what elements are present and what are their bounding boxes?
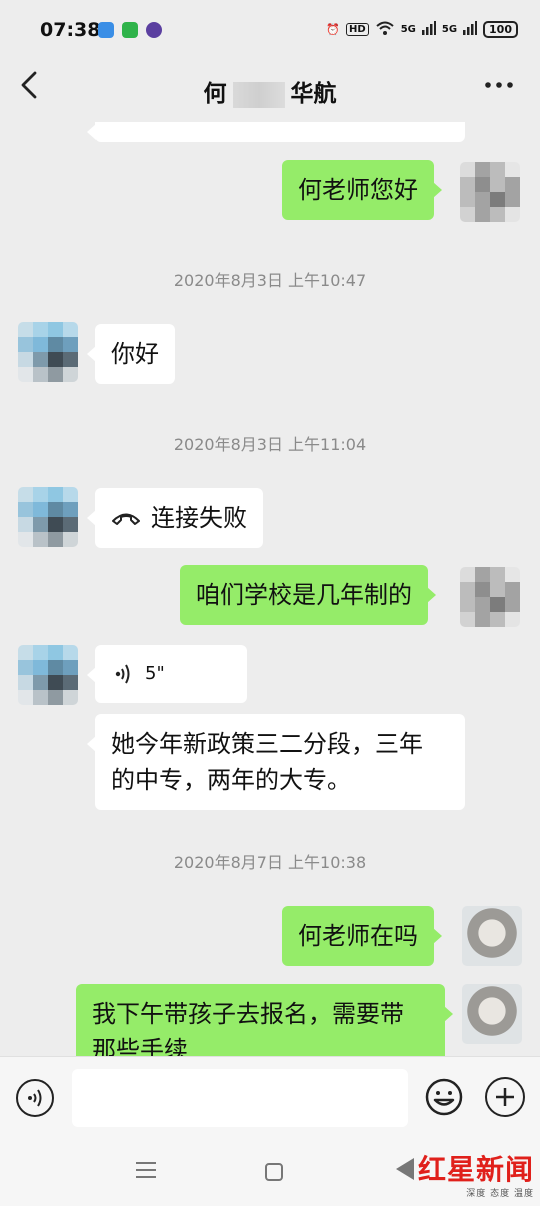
chat-area[interactable]: 何老师您好 2020年8月3日 上午10:47 你好 2020年8月3日 上午1… bbox=[0, 122, 540, 1056]
timestamp: 2020年8月3日 上午11:04 bbox=[173, 435, 367, 454]
recent-apps-button[interactable] bbox=[136, 1162, 156, 1183]
message-notification-icon bbox=[122, 22, 138, 38]
app-notification-icon bbox=[98, 22, 114, 38]
app-notification-icon-2 bbox=[146, 22, 162, 38]
battery-icon: 100 bbox=[483, 21, 518, 38]
chat-header: 何 华航 bbox=[0, 60, 540, 122]
message-text: 何老师在吗 bbox=[298, 922, 418, 950]
wolf-avatar-image bbox=[462, 984, 522, 1044]
more-button[interactable] bbox=[484, 70, 514, 106]
status-indicators: ⏰ HD 5G 5G 100 bbox=[326, 20, 518, 39]
message-input[interactable] bbox=[72, 1069, 408, 1127]
ellipsis-icon bbox=[485, 82, 513, 88]
wolf-avatar-image bbox=[462, 906, 522, 966]
message-text: 何老师您好 bbox=[298, 176, 418, 204]
message-bubble-right[interactable]: 咱们学校是几年制的 bbox=[180, 565, 436, 625]
message-bubble-left[interactable]: 你好 bbox=[87, 324, 175, 384]
signal-bars-icon-2 bbox=[463, 21, 478, 38]
message-text-line2: 那些手续 bbox=[92, 1036, 188, 1056]
avatar-contact[interactable] bbox=[18, 487, 78, 547]
phone-hangup-icon bbox=[112, 513, 140, 525]
voice-icon bbox=[115, 664, 130, 684]
signal-5g-icon: 5G bbox=[400, 24, 416, 35]
message-bubble-right[interactable]: 我下午带孩子去报名，需要带 那些手续 bbox=[76, 984, 453, 1056]
signal-bars-icon bbox=[421, 21, 436, 38]
call-failed-bubble[interactable]: 连接失败 bbox=[87, 488, 263, 548]
alarm-icon: ⏰ bbox=[326, 23, 341, 36]
watermark-logo: 红星新闻 bbox=[417, 1153, 534, 1186]
message-text: 咱们学校是几年制的 bbox=[196, 581, 412, 609]
message-bubble-right[interactable]: 何老师您好 bbox=[282, 160, 442, 220]
system-back-button[interactable] bbox=[396, 1158, 414, 1180]
voice-input-icon bbox=[28, 1089, 42, 1107]
status-bar: 07:38 ⏰ HD 5G 5G 100 bbox=[0, 0, 540, 60]
title-redaction bbox=[232, 81, 285, 108]
signal-5g-icon-2: 5G bbox=[441, 24, 458, 35]
message-text-line2: 的中专，两年的大专。 bbox=[111, 766, 351, 794]
status-time: 07:38 bbox=[40, 19, 101, 41]
hd-icon: HD bbox=[346, 23, 369, 36]
chat-title-right: 华航 bbox=[290, 81, 337, 107]
message-text-line1: 我下午带孩子去报名，需要带 bbox=[92, 1000, 404, 1028]
message-bubble-partial[interactable] bbox=[87, 122, 465, 142]
avatar-self-wolf[interactable] bbox=[462, 906, 522, 966]
timestamp: 2020年8月3日 上午10:47 bbox=[173, 271, 367, 290]
message-text: 你好 bbox=[111, 340, 159, 368]
avatar-self-wolf[interactable] bbox=[462, 984, 522, 1044]
home-button[interactable] bbox=[265, 1163, 283, 1181]
chat-title: 何 华航 bbox=[0, 74, 540, 108]
avatar-contact[interactable] bbox=[18, 645, 78, 705]
avatar-self[interactable] bbox=[460, 162, 520, 222]
message-text: 连接失败 bbox=[151, 504, 247, 532]
message-text-line1: 她今年新政策三二分段，三年 bbox=[111, 730, 423, 758]
message-bubble-right[interactable]: 何老师在吗 bbox=[282, 906, 442, 966]
message-bubble-left[interactable]: 她今年新政策三二分段，三年 的中专，两年的大专。 bbox=[87, 714, 465, 810]
timestamp: 2020年8月7日 上午10:38 bbox=[173, 853, 367, 872]
status-app-icons bbox=[98, 22, 162, 38]
voice-message-bubble[interactable]: 5" bbox=[87, 645, 247, 703]
chat-title-left: 何 bbox=[203, 81, 227, 107]
emoji-button[interactable] bbox=[424, 1077, 464, 1117]
plus-icon bbox=[496, 1088, 514, 1106]
system-nav-bar: 红星新闻 深度 态度 温度 bbox=[0, 1140, 540, 1206]
voice-duration: 5" bbox=[145, 663, 165, 684]
input-bar bbox=[0, 1056, 540, 1141]
wifi-icon bbox=[375, 20, 395, 39]
emoji-icon bbox=[425, 1078, 463, 1116]
news-watermark: 红星新闻 深度 态度 温度 bbox=[414, 1148, 534, 1199]
avatar-self[interactable] bbox=[460, 567, 520, 627]
more-functions-button[interactable] bbox=[485, 1077, 525, 1117]
voice-input-button[interactable] bbox=[16, 1079, 54, 1117]
avatar-contact[interactable] bbox=[18, 322, 78, 382]
